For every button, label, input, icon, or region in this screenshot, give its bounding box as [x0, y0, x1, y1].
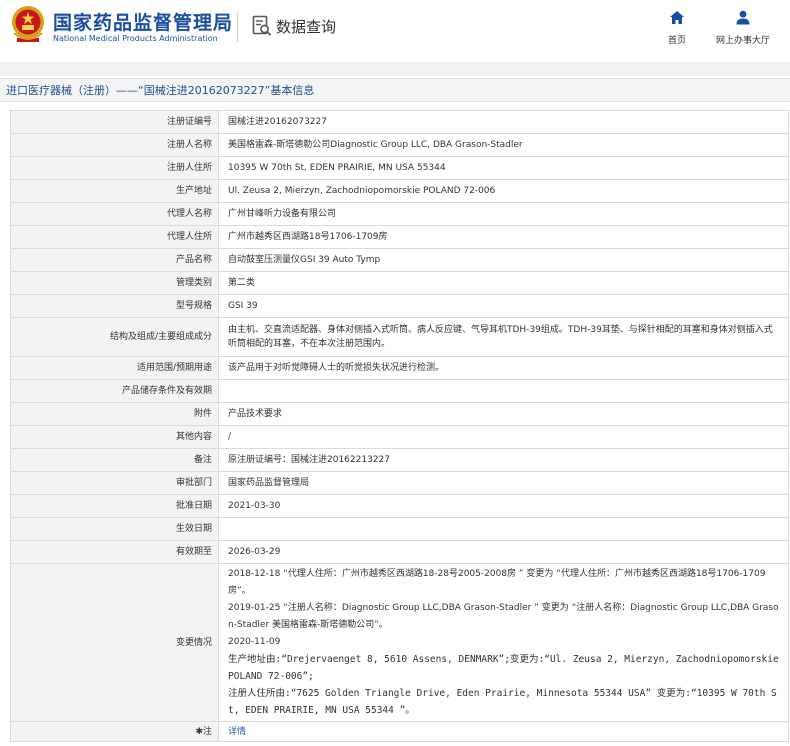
nav-online-service-hall[interactable]: 网上办事大厅 — [708, 10, 778, 47]
change-entry: 2018-12-18 “代理人住所：广州市越秀区西湖路18-28号2005-20… — [228, 569, 766, 596]
change-entry: 2019-01-25 “注册人名称：Diagnostic Group LLC,D… — [228, 603, 779, 630]
device-info-table: 注册证编号 国械注进20162073227 注册人名称 美国格雷森-斯塔德勒公司Di… — [10, 110, 789, 742]
change-history-row: 变更情况 2018-12-18 “代理人住所：广州市越秀区西湖路18-28号20… — [10, 563, 789, 722]
row-value: 第二类 — [218, 271, 789, 295]
site-header: 国家药品监督管理局 National Medical Products Admi… — [0, 0, 790, 62]
change-history-value: 2018-12-18 “代理人住所：广州市越秀区西湖路18-28号2005-20… — [218, 563, 789, 722]
row-value — [218, 517, 789, 541]
table-row: 生产地址 Ul. Zeusa 2, Mierzyn, Zachodniopomor… — [10, 179, 789, 203]
nav-online-service-label: 网上办事大厅 — [715, 36, 770, 46]
row-key: 注册人名称 — [10, 133, 219, 157]
row-value: 原注册证编号：国械注进20162213227 — [218, 448, 789, 472]
nav-home[interactable]: 首页 — [642, 10, 712, 47]
header-bottom-bar — [0, 62, 790, 76]
change-entry-detail: 生产地址由:“Drejervaenget 8, 5610 Assens, DEN… — [228, 654, 779, 682]
table-row: 批准日期 2021-03-30 — [10, 494, 789, 518]
row-value: 广州甘峰听力设备有限公司 — [218, 202, 789, 226]
row-key: 产品名称 — [10, 248, 219, 272]
row-key: 代理人住所 — [10, 225, 219, 249]
note-marker-icon: ✱ — [195, 726, 203, 737]
note-value: 详情 — [218, 721, 789, 742]
national-emblem-icon — [12, 6, 44, 42]
row-key: 生效日期 — [10, 517, 219, 541]
row-value: 美国格雷森-斯塔德勒公司Diagnostic Group LLC, DBA Gr… — [218, 133, 789, 157]
data-query-heading: 数据查询 — [252, 14, 336, 38]
row-key: 附件 — [10, 402, 219, 426]
table-row: 附件 产品技术要求 — [10, 402, 789, 426]
table-row: 审批部门 国家药品监督管理局 — [10, 471, 789, 495]
row-key: 型号规格 — [10, 294, 219, 318]
table-row: 产品储存条件及有效期 — [10, 379, 789, 403]
table-row: 适用范围/预期用途 该产品用于对听觉障碍人士的听觉损失状况进行检测。 — [10, 356, 789, 380]
user-icon — [736, 10, 750, 25]
row-key: 其他内容 — [10, 425, 219, 449]
row-value: 该产品用于对听觉障碍人士的听觉损失状况进行检测。 — [218, 356, 789, 380]
home-icon — [670, 11, 684, 24]
change-entry-date: 2020-11-09 — [228, 637, 281, 647]
row-value — [218, 379, 789, 403]
table-row: 产品名称 自动鼓室压测量仪GSI 39 Auto Tymp — [10, 248, 789, 272]
table-row: 生效日期 — [10, 517, 789, 541]
row-key: 注册证编号 — [10, 110, 219, 134]
row-value: 2026-03-29 — [218, 540, 789, 564]
table-row: 结构及组成/主要组成成分 由主机、交直流适配器、身体对侧插入式听筒、病人反应键、气… — [10, 317, 789, 357]
note-row: ✱注 详情 — [10, 721, 789, 742]
row-value: 国械注进20162073227 — [218, 110, 789, 134]
row-key: 适用范围/预期用途 — [10, 356, 219, 380]
table-row: 代理人名称 广州甘峰听力设备有限公司 — [10, 202, 789, 226]
site-logo-title[interactable]: 国家药品监督管理局 — [53, 8, 233, 35]
row-value: 广州市越秀区西湖路18号1706-1709房 — [218, 225, 789, 249]
row-key: 有效期至 — [10, 540, 219, 564]
note-label: 注 — [202, 726, 212, 737]
row-value: Ul. Zeusa 2, Mierzyn, Zachodniopomorskie… — [218, 179, 789, 203]
table-row: 管理类别 第二类 — [10, 271, 789, 295]
site-logo-subtitle: National Medical Products Administration — [53, 34, 218, 43]
table-row: 有效期至 2026-03-29 — [10, 540, 789, 564]
row-value: 2021-03-30 — [218, 494, 789, 518]
row-value: 国家药品监督管理局 — [218, 471, 789, 495]
document-search-icon — [252, 15, 272, 36]
breadcrumb: 进口医疗器械（注册）——“国械注进20162073227”基本信息 — [0, 78, 790, 102]
header-divider — [237, 12, 238, 42]
row-key: 备注 — [10, 448, 219, 472]
details-link[interactable]: 详情 — [228, 727, 246, 737]
table-row: 注册人名称 美国格雷森-斯塔德勒公司Diagnostic Group LLC, D… — [10, 133, 789, 157]
table-row: 注册证编号 国械注进20162073227 — [10, 110, 789, 134]
row-key: 管理类别 — [10, 271, 219, 295]
row-key: 批准日期 — [10, 494, 219, 518]
table-row: 其他内容 / — [10, 425, 789, 449]
row-key: 结构及组成/主要组成成分 — [10, 317, 219, 357]
row-key: 产品储存条件及有效期 — [10, 379, 219, 403]
row-value: 产品技术要求 — [218, 402, 789, 426]
nav-home-label: 首页 — [667, 36, 686, 46]
breadcrumb-text: 进口医疗器械（注册）——“国械注进20162073227”基本信息 — [6, 84, 315, 97]
row-value: 由主机、交直流适配器、身体对侧插入式听筒、病人反应键、气导耳机TDH-39组成。… — [218, 317, 789, 357]
row-key: ✱注 — [10, 721, 219, 742]
table-row: 型号规格 GSI 39 — [10, 294, 789, 318]
row-value: / — [218, 425, 789, 449]
data-query-title: 数据查询 — [276, 17, 337, 36]
row-key: 代理人名称 — [10, 202, 219, 226]
row-key: 注册人住所 — [10, 156, 219, 180]
table-row: 注册人住所 10395 W 70th St, EDEN PRAIRIE, MN U… — [10, 156, 789, 180]
row-key: 生产地址 — [10, 179, 219, 203]
row-value: 10395 W 70th St, EDEN PRAIRIE, MN USA 55… — [218, 156, 789, 180]
change-entry-detail: 注册人住所由:“7625 Golden Triangle Drive, Eden… — [228, 688, 777, 716]
row-key: 变更情况 — [10, 563, 219, 722]
table-row: 备注 原注册证编号：国械注进20162213227 — [10, 448, 789, 472]
table-row: 代理人住所 广州市越秀区西湖路18号1706-1709房 — [10, 225, 789, 249]
row-value: 自动鼓室压测量仪GSI 39 Auto Tymp — [218, 248, 789, 272]
row-value: GSI 39 — [218, 294, 789, 318]
row-key: 审批部门 — [10, 471, 219, 495]
